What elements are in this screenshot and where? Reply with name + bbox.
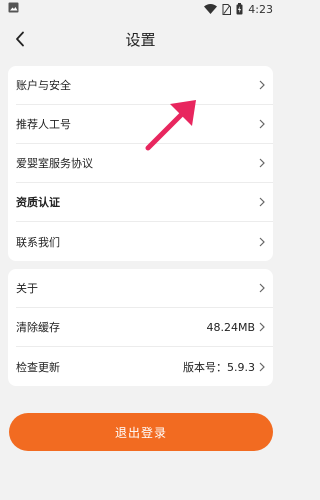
back-button[interactable] <box>10 28 30 50</box>
logout-button[interactable]: 退出登录 <box>9 413 273 451</box>
row-service-agreement[interactable]: 爱婴室服务协议 <box>16 144 273 183</box>
battery-charging-icon <box>236 3 243 15</box>
chevron-right-icon <box>259 322 265 332</box>
chevron-right-icon <box>259 80 265 90</box>
chevron-right-icon <box>259 119 265 129</box>
chevron-right-icon <box>259 197 265 207</box>
settings-group-account: 账户与安全 推荐人工号 爱婴室服务协议 资质认证 联系我们 <box>8 66 273 261</box>
row-label: 资质认证 <box>16 196 60 209</box>
settings-group-app: 关于 清除缓存 48.24MB 检查更新 版本号：5.9.3 <box>8 269 273 386</box>
cache-size: 48.24MB <box>206 320 255 334</box>
row-about[interactable]: 关于 <box>16 269 273 308</box>
chevron-right-icon <box>259 237 265 246</box>
row-label: 清除缓存 <box>16 321 60 334</box>
row-qualification[interactable]: 资质认证 <box>16 183 273 222</box>
chevron-right-icon <box>259 158 265 168</box>
page-title: 设置 <box>125 30 156 49</box>
row-clear-cache[interactable]: 清除缓存 48.24MB <box>16 308 273 347</box>
row-check-update[interactable]: 检查更新 版本号：5.9.3 <box>16 347 273 386</box>
wifi-icon <box>204 4 218 14</box>
row-label: 推荐人工号 <box>16 118 71 131</box>
status-icons: 4:23 <box>204 3 273 16</box>
chevron-right-icon <box>259 362 265 371</box>
row-account-security[interactable]: 账户与安全 <box>16 66 273 105</box>
row-label: 账户与安全 <box>16 79 71 92</box>
status-time: 4:23 <box>248 2 273 16</box>
row-referrer-id[interactable]: 推荐人工号 <box>16 105 273 144</box>
row-label: 爱婴室服务协议 <box>16 157 93 170</box>
status-bar: 4:23 <box>0 0 281 18</box>
sim-icon <box>222 3 232 15</box>
row-contact-us[interactable]: 联系我们 <box>16 222 273 261</box>
image-icon <box>8 2 19 16</box>
header: 设置 <box>0 18 281 60</box>
back-chevron-icon <box>16 31 24 47</box>
row-label: 检查更新 <box>16 360 60 374</box>
chevron-right-icon <box>259 283 265 293</box>
row-label: 联系我们 <box>16 235 60 249</box>
row-label: 关于 <box>16 282 38 295</box>
version-number: 版本号：5.9.3 <box>183 360 255 374</box>
